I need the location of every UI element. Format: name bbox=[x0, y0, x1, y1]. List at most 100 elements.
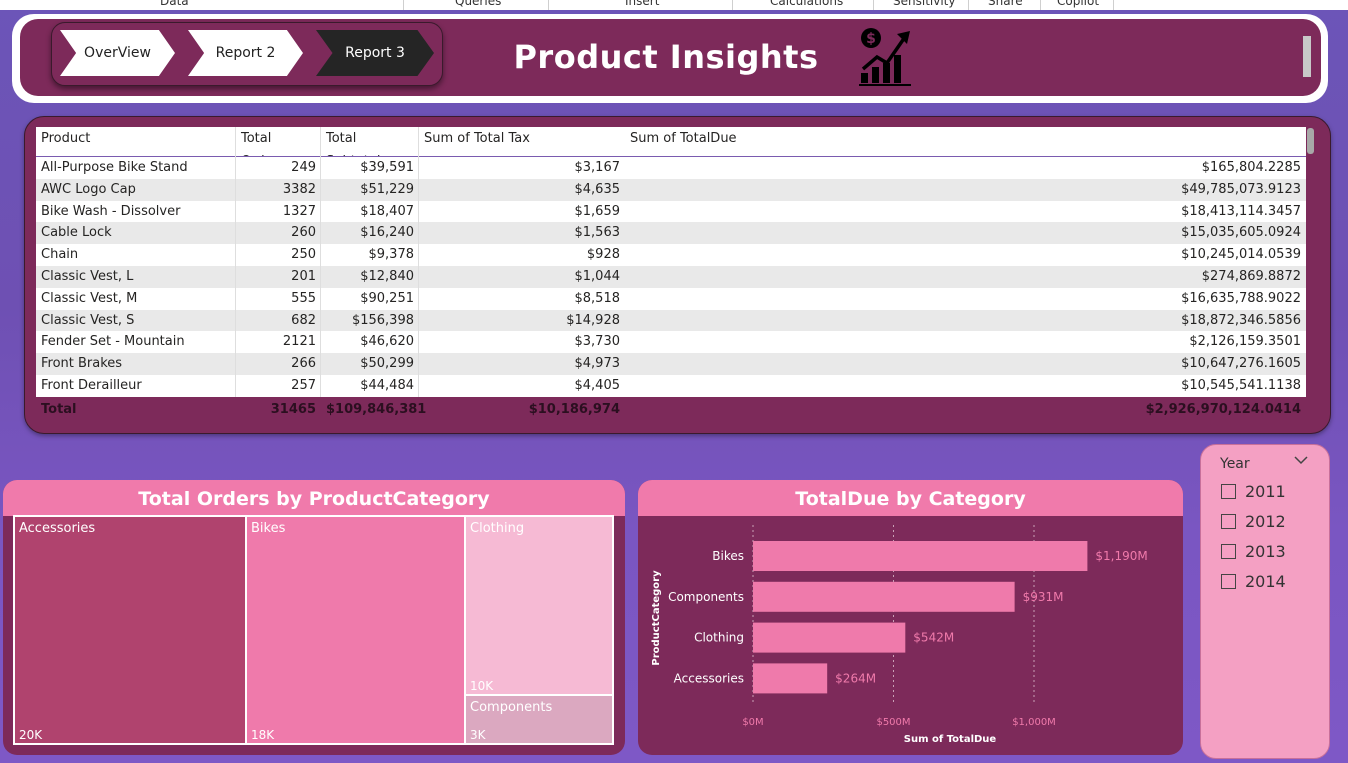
cell-total-tax: $1,659 bbox=[574, 203, 621, 219]
bar-clothing[interactable] bbox=[753, 622, 906, 653]
ribbon-tab-calculations[interactable]: Calculations bbox=[770, 0, 843, 8]
ribbon-tab-insert[interactable]: Insert bbox=[625, 0, 659, 8]
table-row[interactable]: Front Derailleur 257 $44,484 $4,405 $10,545,… bbox=[36, 375, 1306, 397]
ribbon-tab-share[interactable]: Share bbox=[988, 0, 1023, 8]
treemap-tile-components[interactable]: Components 3K bbox=[464, 694, 614, 745]
bar-components[interactable] bbox=[753, 581, 1015, 612]
table-row[interactable]: Classic Vest, L 201 $12,840 $1,044 $274,869.… bbox=[36, 266, 1306, 288]
table-row[interactable]: Chain 250 $9,378 $928 $10,245,014.0539 bbox=[36, 244, 1306, 266]
cell-total-due: $15,035,605.0924 bbox=[1181, 225, 1301, 241]
tile-value: 3K bbox=[470, 728, 486, 742]
slicer-option-2014[interactable]: 2014 bbox=[1221, 570, 1286, 592]
bar-accessories[interactable] bbox=[753, 663, 828, 694]
cell-total-subtotal: $18,407 bbox=[360, 203, 414, 219]
cell-total-orders: 3382 bbox=[282, 181, 316, 197]
cell-total-tax: $8,518 bbox=[574, 290, 621, 306]
cell-total-orders: 260 bbox=[291, 225, 316, 241]
cell-total-orders: 250 bbox=[291, 247, 316, 263]
slicer-option-label: 2011 bbox=[1245, 481, 1286, 501]
cell-total-orders: 2121 bbox=[282, 334, 316, 350]
x-tick-label: $1,000M bbox=[1012, 717, 1056, 728]
column-header-total-orders[interactable]: Total Orders bbox=[236, 127, 321, 169]
table-row[interactable]: All-Purpose Bike Stand 249 $39,591 $3,167 $1… bbox=[36, 157, 1306, 179]
table-row[interactable]: Front Brakes 266 $50,299 $4,973 $10,647,276.… bbox=[36, 353, 1306, 375]
table-row[interactable]: Fender Set - Mountain 2121 $46,620 $3,730 $2… bbox=[36, 331, 1306, 354]
bar-chart-panel: TotalDue by Category ProductCategory Sum… bbox=[638, 480, 1183, 755]
ribbon-divider bbox=[403, 0, 404, 10]
data-label: $1,190M bbox=[1095, 549, 1147, 563]
cell-total-tax: $14,928 bbox=[566, 312, 620, 328]
table-row[interactable]: AWC Logo Cap 3382 $51,229 $4,635 $49,785,073… bbox=[36, 178, 1306, 201]
data-label: $264M bbox=[835, 671, 876, 685]
cell-product: Classic Vest, L bbox=[41, 269, 134, 284]
y-tick-label: Components bbox=[668, 590, 744, 604]
total-orders: 31465 bbox=[270, 402, 316, 417]
dollar-growth-chart-icon: $ bbox=[857, 27, 913, 87]
ribbon-divider bbox=[968, 0, 969, 10]
ribbon-tab-data[interactable]: Data bbox=[160, 0, 189, 8]
column-header-total-tax[interactable]: Sum of Total Tax bbox=[419, 127, 625, 156]
slicer-option-2012[interactable]: 2012 bbox=[1221, 510, 1286, 532]
slicer-option-2013[interactable]: 2013 bbox=[1221, 540, 1286, 562]
table-row[interactable]: Cable Lock 260 $16,240 $1,563 $15,035,605.09… bbox=[36, 222, 1306, 245]
data-label: $931M bbox=[1023, 590, 1064, 604]
cell-total-orders: 201 bbox=[291, 269, 316, 284]
column-header-product[interactable]: Product bbox=[36, 127, 236, 156]
bar-bikes[interactable] bbox=[753, 541, 1088, 571]
cell-total-tax: $928 bbox=[586, 247, 620, 263]
table-scrollbar-thumb[interactable] bbox=[1307, 128, 1314, 154]
chevron-down-icon[interactable] bbox=[1294, 453, 1308, 469]
cell-total-orders: 1327 bbox=[282, 203, 316, 219]
y-tick-label: Bikes bbox=[712, 549, 744, 563]
nav-label: Report 3 bbox=[345, 45, 405, 61]
cell-product: Front Brakes bbox=[41, 356, 123, 372]
cell-total-tax: $3,167 bbox=[574, 160, 621, 175]
cell-total-tax: $1,044 bbox=[574, 269, 621, 284]
slicer-option-2011[interactable]: 2011 bbox=[1221, 480, 1286, 502]
ribbon-bar: Data Queries Insert Calculations Sensiti… bbox=[0, 0, 1348, 10]
ribbon-tab-sensitivity[interactable]: Sensitivity bbox=[893, 0, 955, 8]
product-table[interactable]: Product Total Orders Total Subtotal Sum … bbox=[36, 127, 1306, 397]
cell-total-tax: $4,635 bbox=[574, 181, 621, 197]
ribbon-tab-copilot[interactable]: Copilot bbox=[1057, 0, 1099, 8]
tile-value: 18K bbox=[251, 728, 275, 742]
cell-total-subtotal: $50,299 bbox=[360, 356, 414, 372]
cell-total-subtotal: $39,591 bbox=[360, 160, 414, 175]
table-scrollbar-track[interactable] bbox=[1306, 127, 1314, 420]
checkbox[interactable] bbox=[1221, 483, 1236, 499]
treemap-tile-bikes[interactable]: Bikes 18K bbox=[245, 515, 466, 745]
cell-product: Bike Wash - Dissolver bbox=[41, 203, 181, 219]
checkbox[interactable] bbox=[1221, 573, 1236, 589]
table-row[interactable]: Bike Wash - Dissolver 1327 $18,407 $1,659 $1… bbox=[36, 200, 1306, 223]
tile-label: Bikes bbox=[251, 521, 286, 536]
ribbon-divider bbox=[732, 0, 733, 10]
slicer-option-label: 2012 bbox=[1245, 511, 1286, 531]
cell-total-tax: $4,405 bbox=[574, 378, 621, 393]
cell-product: Classic Vest, M bbox=[41, 290, 138, 306]
cell-total-orders: 257 bbox=[291, 378, 316, 393]
column-header-total-subtotal[interactable]: Total Subtotal bbox=[321, 127, 419, 169]
header-scrollbar[interactable] bbox=[1303, 36, 1311, 77]
bar-chart[interactable]: ProductCategory Sum of TotalDue $0M $500M… bbox=[638, 480, 1183, 755]
treemap-tile-accessories[interactable]: Accessories 20K bbox=[13, 515, 247, 745]
cell-total-subtotal: $51,229 bbox=[360, 181, 414, 197]
tile-label: Components bbox=[470, 700, 553, 715]
cell-total-subtotal: $44,484 bbox=[360, 378, 414, 393]
column-header-total-due[interactable]: Sum of TotalDue bbox=[625, 127, 1306, 156]
nav-button-overview[interactable]: OverView bbox=[60, 30, 175, 76]
y-tick-label: Accessories bbox=[674, 671, 744, 685]
table-row[interactable]: Classic Vest, M 555 $90,251 $8,518 $16,635,7… bbox=[36, 287, 1306, 310]
cell-total-due: $165,804.2285 bbox=[1201, 160, 1301, 175]
tile-value: 20K bbox=[19, 728, 43, 742]
cell-total-due: $18,872,346.5856 bbox=[1181, 312, 1301, 328]
cell-product: AWC Logo Cap bbox=[41, 181, 136, 197]
checkbox[interactable] bbox=[1221, 543, 1236, 559]
table-row[interactable]: Classic Vest, S 682 $156,398 $14,928 $18,872… bbox=[36, 309, 1306, 332]
checkbox[interactable] bbox=[1221, 513, 1236, 529]
page-title: Product Insights bbox=[513, 38, 819, 76]
nav-button-report-2[interactable]: Report 2 bbox=[188, 30, 303, 76]
nav-button-report-3[interactable]: Report 3 bbox=[316, 30, 434, 76]
ribbon-tab-queries[interactable]: Queries bbox=[455, 0, 501, 8]
treemap-panel: Total Orders by ProductCategory Accessor… bbox=[3, 480, 625, 755]
treemap-tile-clothing[interactable]: Clothing 10K bbox=[464, 515, 614, 696]
